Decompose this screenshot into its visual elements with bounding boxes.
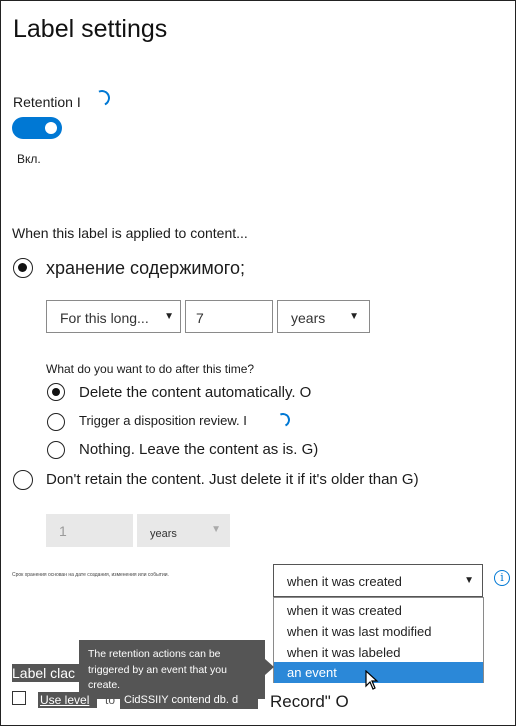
- period-select-value: For this long...: [60, 310, 149, 326]
- use-level-checkbox[interactable]: [12, 691, 26, 705]
- dont-retain-label: Don't retain the content. Just delete it…: [46, 471, 419, 488]
- based-on-dropdown-value: when it was created: [287, 574, 402, 589]
- delete-automatically-label: Delete the content automatically. O: [79, 384, 312, 401]
- period-select[interactable]: For this long... ▼: [46, 300, 181, 333]
- retention-label: Retention I: [13, 94, 81, 110]
- applied-intro: When this label is applied to content...: [12, 225, 248, 241]
- option-last-modified[interactable]: when it was last modified: [274, 621, 483, 642]
- delete-automatically-radio[interactable]: [47, 383, 65, 401]
- mouse-pointer-icon: [365, 670, 379, 690]
- disposition-review-label: Trigger a disposition review. I: [79, 413, 247, 428]
- nothing-label: Nothing. Leave the content as is. G): [79, 441, 319, 458]
- period-value-input[interactable]: 7: [185, 300, 273, 333]
- delete-unit-value: years: [150, 528, 177, 540]
- delete-unit-select[interactable]: years ▼: [137, 514, 230, 547]
- delete-value-input[interactable]: 1: [46, 514, 133, 547]
- after-question: What do you want to do after this time?: [46, 362, 255, 376]
- period-unit-value: years: [291, 310, 326, 326]
- chevron-down-icon: ▼: [164, 311, 174, 322]
- chevron-down-icon: ▼: [211, 524, 221, 535]
- info-icon[interactable]: i: [494, 570, 510, 586]
- event-tooltip: The retention actions can be triggered b…: [79, 640, 265, 699]
- retain-content-label: хранение содержимого;: [46, 258, 245, 278]
- retention-toggle[interactable]: [12, 117, 62, 139]
- tooltip-arrow: [265, 659, 274, 675]
- nothing-radio[interactable]: [47, 441, 65, 459]
- option-created[interactable]: when it was created: [274, 600, 483, 621]
- based-on-dropdown[interactable]: when it was created ▼: [273, 564, 483, 597]
- delete-value: 1: [59, 523, 67, 539]
- toggle-knob: [45, 122, 57, 134]
- period-unit-select[interactable]: years ▼: [277, 300, 370, 333]
- record-type-chip[interactable]: CidSSIIY contend db. d: [120, 692, 258, 709]
- label-classification-heading: Label clac: [12, 664, 79, 682]
- record-text: Record" O: [270, 692, 349, 711]
- option-labeled[interactable]: when it was labeled: [274, 642, 483, 663]
- dont-retain-radio[interactable]: [13, 470, 33, 490]
- based-on-hint: Срок хранения основан на дате создания, …: [12, 572, 169, 578]
- retain-content-radio[interactable]: [13, 258, 33, 278]
- page-title: Label settings: [13, 15, 168, 43]
- to-text: to: [105, 693, 116, 707]
- disposition-review-radio[interactable]: [47, 413, 65, 431]
- chevron-down-icon: ▼: [349, 311, 359, 322]
- period-value: 7: [196, 310, 204, 326]
- use-level-link[interactable]: Use level: [38, 692, 97, 708]
- toggle-state-label: Вкл.: [17, 152, 41, 166]
- chevron-down-icon: ▼: [464, 575, 474, 586]
